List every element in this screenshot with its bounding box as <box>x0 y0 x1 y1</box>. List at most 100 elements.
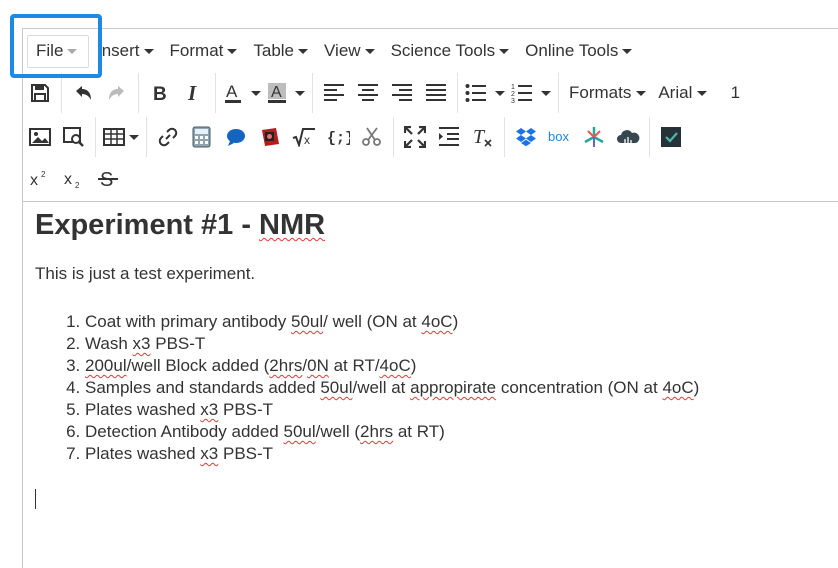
text-color-icon: A <box>225 82 241 103</box>
indent-button[interactable] <box>432 120 466 154</box>
subscript-icon: x2 <box>64 171 80 190</box>
clear-format-icon: T <box>473 126 492 148</box>
save-button[interactable] <box>23 76 57 110</box>
menu-online-tools[interactable]: Online Tools <box>517 35 640 68</box>
svg-text:2: 2 <box>41 170 46 179</box>
menu-file[interactable]: File <box>27 34 89 68</box>
misspelled-word: x3 <box>200 444 219 463</box>
font-family-dropdown[interactable]: Arial <box>652 76 713 110</box>
image-icon <box>29 128 51 146</box>
list-item-text: PBS-T <box>218 400 274 419</box>
comment-button[interactable] <box>219 120 253 154</box>
list-item-text: PBS-T <box>150 334 206 353</box>
list-item: Detection Antibody added 50ul/well (2hrs… <box>85 421 825 443</box>
list-item-text: / well (ON at <box>323 312 422 331</box>
menu-bar: File Insert Format Table View Science To… <box>23 29 838 73</box>
list-item: 200ul/well Block added (2hrs/0N at RT/4o… <box>85 355 825 377</box>
undo-button[interactable] <box>66 76 100 110</box>
chevron-down-icon <box>143 48 154 54</box>
numbered-list-button[interactable]: 123 <box>508 76 554 110</box>
insert-image-button[interactable] <box>23 120 57 154</box>
toolbar-row-formatting: B I A A 123 Formats Arial 1 <box>23 73 838 113</box>
misspelled-word: 200ul <box>85 356 127 375</box>
list-item: Coat with primary antibody 50ul/ well (O… <box>85 311 825 333</box>
menu-insert[interactable]: Insert <box>89 35 162 68</box>
menu-table[interactable]: Table <box>245 35 316 68</box>
list-item-text: at RT/ <box>328 356 380 375</box>
calculator-icon <box>192 126 211 148</box>
font-size-dropdown[interactable]: 1 <box>713 76 747 110</box>
search-replace-icon <box>63 127 84 147</box>
strikethrough-icon: S <box>98 169 118 190</box>
menu-format[interactable]: Format <box>162 35 246 68</box>
list-item-text: /well at <box>352 378 411 397</box>
italic-icon: I <box>187 83 197 103</box>
rich-text-editor: File Insert Format Table View Science To… <box>22 28 838 568</box>
toolbar-row-script: x2 x2 S <box>23 159 838 199</box>
calculator-button[interactable] <box>185 120 219 154</box>
bold-button[interactable]: B <box>143 76 177 110</box>
chevron-down-icon <box>67 48 78 54</box>
toolbar-divider <box>215 73 216 113</box>
scissors-icon <box>362 127 381 146</box>
menu-format-label: Format <box>169 41 224 60</box>
align-justify-button[interactable] <box>419 76 453 110</box>
insert-formula-button[interactable]: x <box>287 120 321 154</box>
list-item: Plates washed x3 PBS-T <box>85 399 825 421</box>
chevron-down-icon <box>251 90 261 96</box>
misspelled-word: appropirate <box>410 378 497 397</box>
background-color-button[interactable]: A <box>264 76 308 110</box>
box-button[interactable]: box <box>543 120 577 154</box>
editor-content[interactable]: Experiment #1 - NMR This is just a test … <box>35 207 825 465</box>
cloud-button[interactable] <box>611 120 645 154</box>
strikethrough-button[interactable]: S <box>91 162 125 196</box>
clear-format-button[interactable]: T <box>466 120 500 154</box>
misspelled-word: 50ul <box>290 312 324 331</box>
align-left-button[interactable] <box>317 76 351 110</box>
chevron-down-icon <box>697 90 708 96</box>
menu-science-tools[interactable]: Science Tools <box>383 35 518 68</box>
misspelled-word: 4oC <box>421 312 453 331</box>
menu-view[interactable]: View <box>316 35 383 68</box>
svg-text:A: A <box>271 84 282 101</box>
numbered-list-icon: 123 <box>511 84 532 103</box>
bullet-list-button[interactable] <box>462 76 508 110</box>
cut-button[interactable] <box>355 120 389 154</box>
align-center-button[interactable] <box>351 76 385 110</box>
redo-button[interactable] <box>100 76 134 110</box>
dropbox-icon <box>516 128 536 147</box>
insert-video-button[interactable] <box>253 120 287 154</box>
toolbar-content-divider <box>23 201 838 202</box>
superscript-glyph: x <box>30 172 38 189</box>
insert-table-button[interactable] <box>100 120 142 154</box>
box-icon: box <box>548 129 569 144</box>
insert-code-button[interactable]: {;} <box>321 120 355 154</box>
document-title-highlight: NMR <box>259 209 326 241</box>
italic-button[interactable]: I <box>177 76 211 110</box>
chevron-down-icon <box>541 90 551 96</box>
formats-dropdown[interactable]: Formats <box>563 76 652 110</box>
superscript-button[interactable]: x2 <box>23 162 57 196</box>
align-right-button[interactable] <box>385 76 419 110</box>
dropbox-button[interactable] <box>509 120 543 154</box>
chevron-down-icon <box>622 48 633 54</box>
search-replace-button[interactable] <box>57 120 91 154</box>
menu-table-label: Table <box>253 41 295 60</box>
svg-text:2: 2 <box>75 181 80 190</box>
align-left-icon <box>324 84 344 101</box>
subscript-button[interactable]: x2 <box>57 162 91 196</box>
list-item-text: ) <box>452 312 459 331</box>
toolbar-divider <box>558 73 559 113</box>
chemistry-button[interactable] <box>577 120 611 154</box>
text-color-button[interactable]: A <box>220 76 264 110</box>
table-icon <box>103 128 125 146</box>
fullscreen-button[interactable] <box>398 120 432 154</box>
document-intro: This is just a test experiment. <box>35 264 256 283</box>
chevron-down-icon <box>499 48 510 54</box>
list-item: Plates washed x3 PBS-T <box>85 443 825 465</box>
insert-link-button[interactable] <box>151 120 185 154</box>
svg-text:T: T <box>473 126 486 148</box>
toolbar-divider <box>95 117 96 157</box>
misspelled-word: 2hrs <box>269 356 303 375</box>
checklist-button[interactable] <box>654 120 688 154</box>
